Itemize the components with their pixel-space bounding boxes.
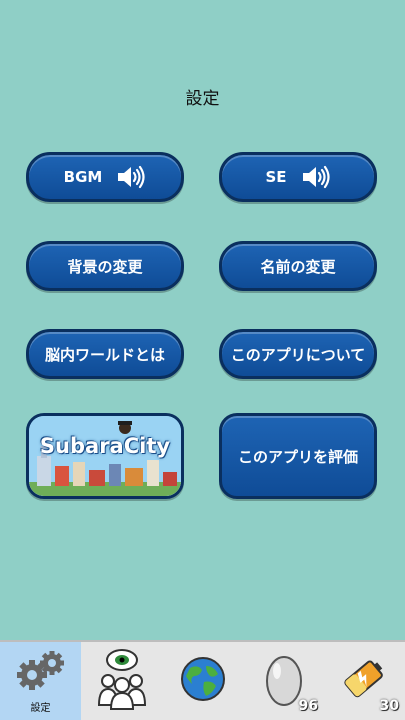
speaker-icon: [116, 164, 146, 190]
brain-world-label: 脳内ワールドとは: [44, 345, 165, 364]
subaracity-logo: SubaraCity: [29, 416, 181, 496]
subaracity-app-button[interactable]: SubaraCity: [26, 413, 184, 499]
about-app-button[interactable]: このアプリについて: [219, 329, 377, 379]
se-label: SE: [265, 168, 287, 186]
bgm-label: BGM: [63, 168, 103, 186]
bottom-tab-bar: 設定 96 30: [0, 640, 405, 720]
subaracity-logo-text: SubaraCity: [39, 434, 171, 458]
tab-world[interactable]: [162, 642, 243, 720]
bgm-toggle-button[interactable]: BGM: [26, 152, 184, 202]
change-background-button[interactable]: 背景の変更: [26, 241, 184, 291]
change-name-button[interactable]: 名前の変更: [219, 241, 377, 291]
gears-icon: [12, 649, 70, 697]
tab-people[interactable]: [81, 642, 162, 720]
tab-settings[interactable]: 設定: [0, 642, 81, 720]
speaker-icon: [301, 164, 331, 190]
about-app-label: このアプリについて: [230, 345, 366, 364]
tab-settings-label: 設定: [30, 702, 51, 714]
tab-battery[interactable]: 30: [324, 642, 405, 720]
tab-egg[interactable]: 96: [243, 642, 324, 720]
battery-count: 30: [379, 698, 399, 714]
se-toggle-button[interactable]: SE: [219, 152, 377, 202]
people-eye-icon: [94, 647, 150, 715]
change-background-label: 背景の変更: [67, 257, 143, 276]
page-title: 設定: [185, 89, 220, 109]
rate-app-label: このアプリを評価: [237, 447, 358, 466]
egg-icon: [264, 651, 304, 711]
change-name-label: 名前の変更: [260, 257, 336, 276]
rate-app-button[interactable]: このアプリを評価: [219, 413, 377, 499]
earth-icon: [180, 656, 226, 706]
brain-world-info-button[interactable]: 脳内ワールドとは: [26, 329, 184, 379]
egg-count: 96: [298, 698, 318, 714]
